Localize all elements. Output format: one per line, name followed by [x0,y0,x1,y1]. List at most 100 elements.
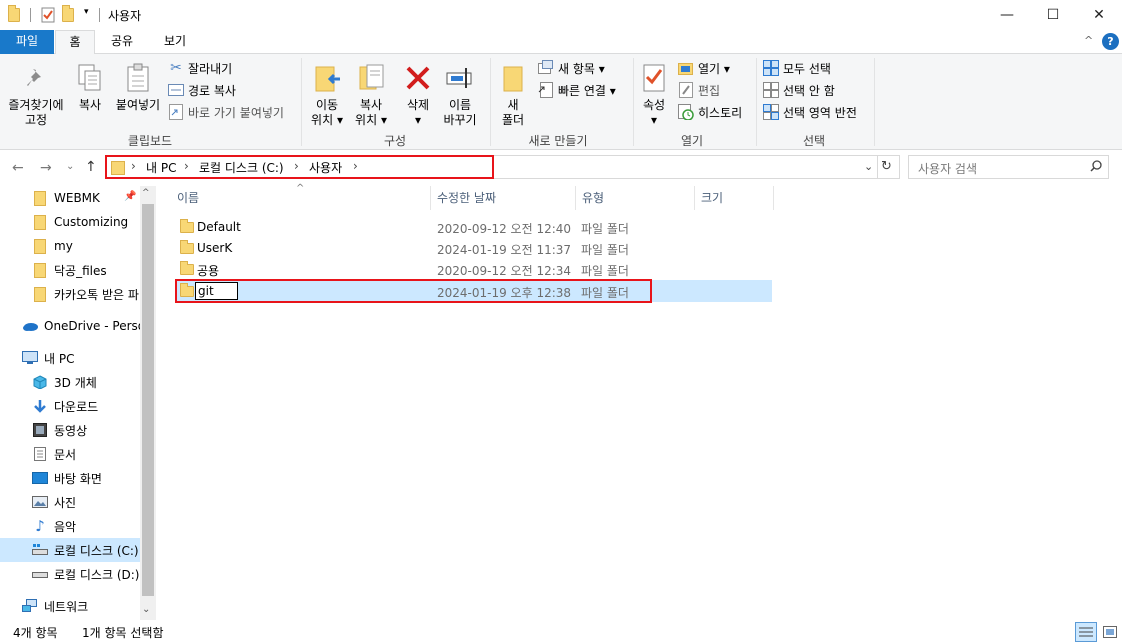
file-row[interactable]: UserK 2024-01-19 오전 11:37 파일 폴더 [175,237,772,259]
divider[interactable] [575,186,576,210]
column-header-name[interactable]: 이름 [177,190,199,210]
nav-item-local-disk-d[interactable]: 로컬 디스크 (D:) [0,562,140,586]
folder-icon [8,5,20,22]
divider [99,8,100,22]
nav-item-onedrive[interactable]: OneDrive - Person [0,314,140,338]
easy-access-button[interactable]: 빠른 연결 ▾ [538,80,616,100]
divider[interactable] [773,186,774,210]
file-row[interactable]: 공용 2020-09-12 오전 12:34 파일 폴더 [175,258,772,280]
tab-share[interactable]: 공유 [100,30,144,54]
back-arrow-icon[interactable]: ← [12,160,24,176]
minimize-button[interactable]: — [984,0,1030,30]
nav-item-documents[interactable]: 문서 [0,442,140,466]
group-label-organize: 구성 [383,134,407,148]
nav-item-customizing[interactable]: Customizing [0,210,140,234]
nav-pane-scrollbar-thumb[interactable] [142,204,154,596]
nav-item-desktop[interactable]: 바탕 화면 [0,466,140,490]
cloud-icon [22,318,38,334]
scroll-up-icon[interactable]: ^ [142,188,150,198]
edit-button[interactable]: 편집 [678,80,720,100]
recent-locations-icon[interactable]: ⌄ [66,161,74,172]
nav-item-music[interactable]: ♪ 음악 [0,514,140,538]
address-dropdown-icon[interactable]: ⌄ [864,160,873,173]
file-name: Default [197,220,241,234]
large-icons-view-button[interactable] [1100,622,1120,642]
cut-button[interactable]: ✂ 잘라내기 [168,58,232,78]
move-to-button[interactable]: 이동 위치 ▾ [306,62,348,128]
rename-button[interactable]: 이름 바꾸기 [440,62,480,128]
scroll-down-icon[interactable]: ⌄ [142,604,150,615]
nav-item-network[interactable]: 네트워크 [0,594,140,618]
search-placeholder: 사용자 검색 [918,162,978,176]
paste-button[interactable]: 붙여넣기 [112,62,164,113]
paste-shortcut-button[interactable]: 바로 가기 붙여넣기 [168,102,284,122]
scissors-icon: ✂ [170,60,182,76]
open-button[interactable]: 열기 ▾ [678,58,730,78]
help-icon[interactable]: ? [1102,33,1119,50]
nav-item-dakgong-files[interactable]: 닥공_files [0,258,140,282]
history-button[interactable]: 히스토리 [678,102,742,122]
nav-item-videos[interactable]: 동영상 [0,418,140,442]
select-none-button[interactable]: 선택 안 함 [763,80,835,100]
tab-view[interactable]: 보기 [150,30,200,54]
select-all-button[interactable]: 모두 선택 [763,58,831,78]
pin-icon [20,62,52,94]
close-button[interactable]: ✕ [1076,0,1122,30]
address-highlight-box [105,155,494,179]
file-modified: 2024-01-19 오전 11:37 [437,243,572,257]
column-header-modified[interactable]: 수정한 날짜 [437,190,496,210]
maximize-button[interactable]: ☐ [1030,0,1076,30]
column-header-size[interactable]: 크기 [701,190,723,210]
large-icons-view-icon [1103,626,1117,638]
group-label-select: 선택 [802,134,826,148]
divider[interactable] [430,186,431,210]
rename-icon [444,62,476,94]
copy-button[interactable]: 복사 [72,62,108,113]
divider [301,58,302,146]
download-arrow-icon [32,398,48,414]
pin-to-quick-access-button[interactable]: 즐겨찾기에 고정 [4,62,68,128]
new-folder-button[interactable]: 새 폴더 [496,62,530,128]
nav-item-this-pc[interactable]: 내 PC [0,346,140,370]
divider [633,58,634,146]
divider [30,8,31,22]
window-title: 사용자 [108,9,142,23]
title-bar: ▾ 사용자 — ☐ ✕ [0,0,1122,30]
collapse-ribbon-icon[interactable]: ^ [1084,34,1093,47]
pin-icon[interactable]: 📌 [124,191,136,202]
nav-item-downloads[interactable]: 다운로드 [0,394,140,418]
properties-button[interactable]: 속성 ▾ [637,62,671,128]
copy-path-button[interactable]: 경로 복사 [168,80,236,100]
column-header-type[interactable]: 유형 [582,190,604,210]
customize-quick-access-icon[interactable]: ▾ [84,7,89,17]
refresh-icon[interactable]: ↻ [881,159,892,174]
new-folder-icon[interactable] [62,5,74,22]
status-bar: 4개 항목 1개 항목 선택함 [0,620,1122,643]
delete-icon [402,62,434,94]
nav-item-webmk[interactable]: WEBMK [0,186,140,210]
copy-to-icon [355,62,387,94]
invert-selection-button[interactable]: 선택 영역 반전 [763,102,857,122]
tab-home[interactable]: 홈 [55,30,95,55]
selected-count: 1개 항목 선택함 [82,626,164,640]
nav-item-my[interactable]: my [0,234,140,258]
tab-file[interactable]: 파일 [0,30,54,54]
up-arrow-icon[interactable]: ↑ [85,159,97,175]
delete-button[interactable]: 삭제 ▾ [400,62,436,128]
file-modified: 2020-09-12 오전 12:40 [437,222,572,236]
divider[interactable] [694,186,695,210]
search-icon[interactable] [1090,160,1102,175]
folder-icon [32,214,48,230]
forward-arrow-icon[interactable]: → [40,160,52,176]
properties-icon[interactable] [40,7,56,23]
copy-to-button[interactable]: 복사 위치 ▾ [350,62,392,128]
group-label-new: 새로 만들기 [528,134,588,148]
file-row[interactable]: Default 2020-09-12 오전 12:40 파일 폴더 [175,216,772,238]
new-item-button[interactable]: 새 항목 ▾ [538,58,605,78]
nav-item-kakaotalk[interactable]: 카카오톡 받은 파 [0,282,140,306]
edit-icon [678,82,694,98]
nav-item-pictures[interactable]: 사진 [0,490,140,514]
nav-item-3d-objects[interactable]: 3D 개체 [0,370,140,394]
nav-item-local-disk-c[interactable]: 로컬 디스크 (C:) [0,538,140,562]
details-view-button[interactable] [1075,622,1097,642]
